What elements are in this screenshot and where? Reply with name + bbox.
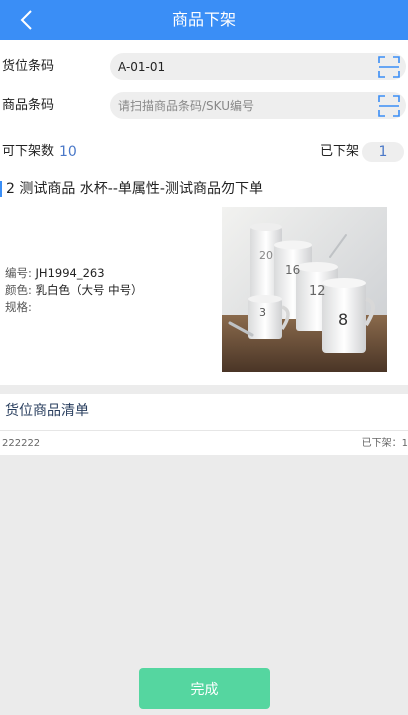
product-color: 颜色: 乳白色（大号 中号） — [5, 282, 143, 299]
product-code: 编号: JH1994_263 — [5, 265, 105, 282]
available-count-label: 可下架数 — [2, 144, 55, 159]
section-divider — [0, 385, 408, 394]
product-color-value: 乳白色（大号 中号） — [35, 283, 143, 297]
product-spec: 规格: — [5, 299, 32, 316]
product-barcode-label: 商品条码 — [2, 98, 55, 113]
list-separator — [0, 430, 408, 431]
location-barcode-field — [110, 53, 406, 80]
list-item-status: 已下架：1 — [361, 438, 408, 449]
scan-icon — [378, 95, 400, 117]
list-item-code: 222222 — [2, 438, 41, 449]
product-barcode-row: 商品条码 — [0, 92, 408, 120]
location-scan-button[interactable] — [378, 56, 400, 78]
svg-text:12: 12 — [309, 284, 326, 299]
product-image: 20 16 12 8 3 — [222, 207, 387, 372]
svg-text:3: 3 — [259, 306, 266, 319]
location-barcode-input[interactable] — [118, 53, 368, 80]
product-color-label: 颜色: — [5, 283, 32, 297]
removed-count-label: 已下架 — [320, 144, 360, 159]
product-scan-button[interactable] — [378, 95, 400, 117]
scan-icon — [378, 56, 400, 78]
page-title: 商品下架 — [171, 10, 236, 29]
mug-photo-illustration: 20 16 12 8 3 — [222, 207, 387, 372]
product-title: 2 测试商品 水杯--单属性-测试商品勿下单 — [0, 178, 408, 200]
svg-text:20: 20 — [259, 249, 273, 262]
location-barcode-row: 货位条码 — [0, 53, 408, 81]
counts-row: 可下架数 10 已下架 1 — [0, 140, 408, 164]
product-spec-label: 规格: — [5, 300, 32, 314]
product-barcode-input[interactable] — [118, 92, 368, 119]
top-bar: 商品下架 — [0, 0, 408, 40]
svg-text:16: 16 — [285, 263, 300, 277]
list-item[interactable]: 222222 已下架：1 — [0, 436, 408, 452]
location-barcode-label: 货位条码 — [2, 59, 55, 74]
product-barcode-field — [110, 92, 406, 119]
removed-count-value: 1 — [362, 142, 404, 162]
svg-text:8: 8 — [338, 310, 348, 329]
finish-button[interactable]: 完成 — [139, 668, 270, 709]
product-code-label: 编号: — [5, 266, 32, 280]
available-count-value: 10 — [59, 144, 77, 160]
product-code-value: JH1994_263 — [35, 266, 105, 280]
list-header: 货位商品清单 — [5, 403, 89, 419]
